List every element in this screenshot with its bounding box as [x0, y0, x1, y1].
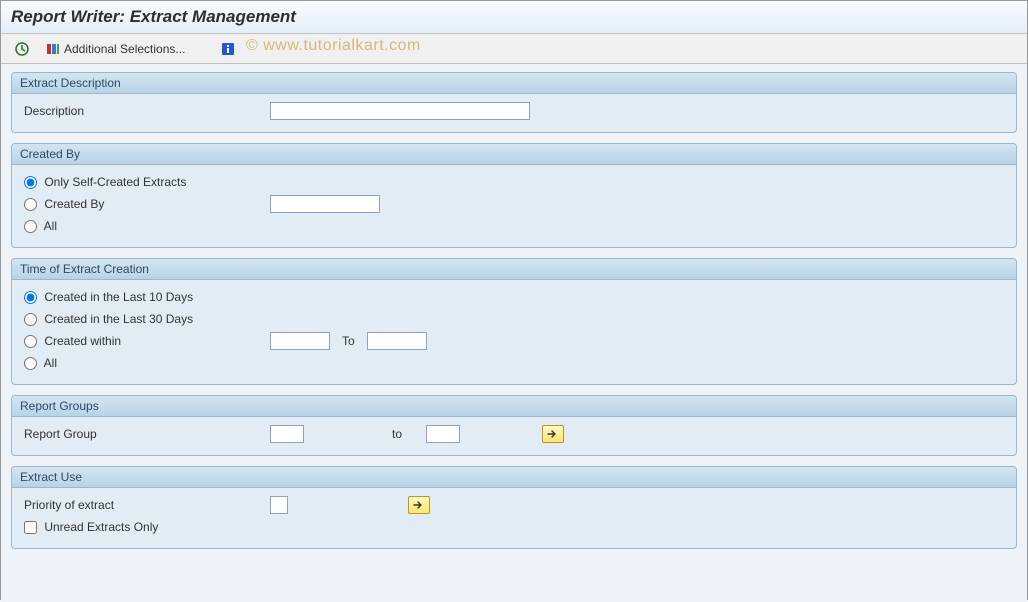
info-icon	[221, 42, 235, 56]
additional-selections-label: Additional Selections...	[64, 42, 185, 56]
radio-self-created-input[interactable]	[24, 176, 37, 189]
unread-only-checkbox[interactable]: Unread Extracts Only	[24, 520, 158, 534]
panel-header-extract-description: Extract Description	[12, 73, 1016, 94]
panel-header-time-creation: Time of Extract Creation	[12, 259, 1016, 280]
within-to-input[interactable]	[367, 332, 427, 350]
radio-last-10-label: Created in the Last 10 Days	[44, 290, 193, 304]
radio-created-by-input[interactable]	[24, 198, 37, 211]
window: Report Writer: Extract Management Additi…	[0, 0, 1028, 600]
radio-createdby-all-label: All	[44, 219, 57, 233]
arrow-right-icon	[547, 429, 559, 439]
panel-time-creation: Time of Extract Creation Created in the …	[11, 258, 1017, 385]
radio-last-30-label: Created in the Last 30 Days	[44, 312, 193, 326]
title-bar: Report Writer: Extract Management	[1, 1, 1027, 34]
clock-execute-icon	[14, 41, 30, 57]
radio-createdby-all[interactable]: All	[24, 219, 57, 233]
watermark: © www.tutorialkart.com	[246, 37, 421, 55]
panel-header-created-by: Created By	[12, 144, 1016, 165]
panel-header-extract-use: Extract Use	[12, 467, 1016, 488]
description-input[interactable]	[270, 102, 530, 120]
arrow-right-icon	[413, 500, 425, 510]
radio-last-30[interactable]: Created in the Last 30 Days	[24, 312, 193, 326]
panel-extract-use: Extract Use Priority of extract Unr	[11, 466, 1017, 549]
report-group-label: Report Group	[24, 427, 264, 441]
radio-createdby-all-input[interactable]	[24, 220, 37, 233]
radio-last-30-input[interactable]	[24, 313, 37, 326]
page-title: Report Writer: Extract Management	[11, 7, 1017, 27]
report-group-from-input[interactable]	[270, 425, 304, 443]
panel-header-report-groups: Report Groups	[12, 396, 1016, 417]
additional-selections-button[interactable]: Additional Selections...	[41, 39, 190, 59]
radio-within-label: Created within	[44, 334, 121, 348]
info-button[interactable]	[216, 39, 240, 59]
toolbar: Additional Selections... © www.tutorialk…	[1, 34, 1027, 64]
radio-last-10[interactable]: Created in the Last 10 Days	[24, 290, 193, 304]
within-to-label: To	[342, 334, 355, 348]
report-group-to-label: to	[392, 427, 402, 441]
radio-time-all-label: All	[44, 356, 57, 370]
content: Extract Description Description Created …	[1, 64, 1027, 602]
priority-multiselect-button[interactable]	[408, 496, 430, 514]
execute-button[interactable]	[9, 39, 35, 59]
report-group-to-input[interactable]	[426, 425, 460, 443]
radio-last-10-input[interactable]	[24, 291, 37, 304]
panel-extract-description: Extract Description Description	[11, 72, 1017, 133]
unread-only-input[interactable]	[24, 521, 37, 534]
priority-input[interactable]	[270, 496, 288, 514]
selection-icon	[46, 42, 60, 56]
unread-only-label: Unread Extracts Only	[44, 520, 158, 534]
created-by-input[interactable]	[270, 195, 380, 213]
radio-within-input[interactable]	[24, 335, 37, 348]
within-from-input[interactable]	[270, 332, 330, 350]
description-label: Description	[24, 104, 264, 118]
radio-time-all[interactable]: All	[24, 356, 57, 370]
radio-within[interactable]: Created within	[24, 334, 264, 348]
radio-created-by[interactable]: Created By	[24, 197, 264, 211]
radio-created-by-label: Created By	[44, 197, 104, 211]
panel-created-by: Created By Only Self-Created Extracts Cr…	[11, 143, 1017, 248]
panel-report-groups: Report Groups Report Group to	[11, 395, 1017, 456]
radio-self-created-label: Only Self-Created Extracts	[44, 175, 186, 189]
report-group-multiselect-button[interactable]	[542, 425, 564, 443]
radio-self-created[interactable]: Only Self-Created Extracts	[24, 175, 186, 189]
priority-label: Priority of extract	[24, 498, 264, 512]
radio-time-all-input[interactable]	[24, 357, 37, 370]
